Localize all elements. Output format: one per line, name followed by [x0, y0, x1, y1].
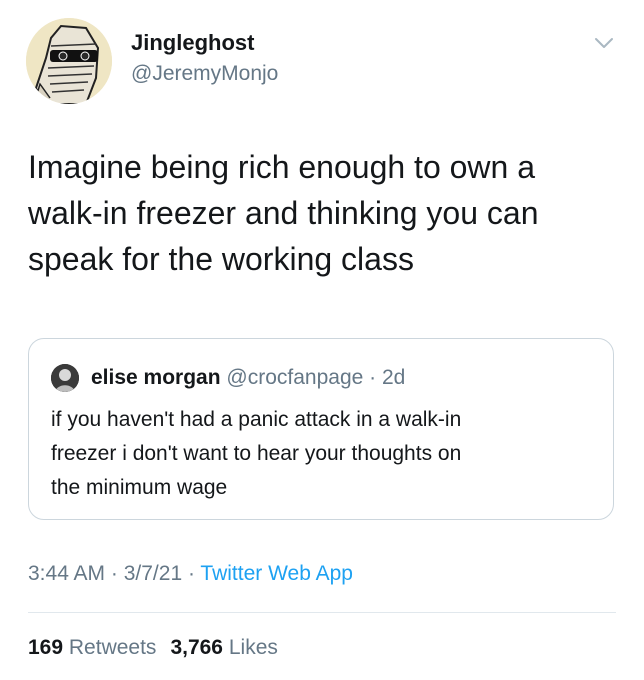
quoted-text-line: the minimum wage	[51, 476, 228, 499]
quoted-text-line: if you haven't had a panic attack in a w…	[51, 408, 462, 431]
tweet-time[interactable]: 3:44 AM	[28, 562, 105, 585]
quoted-age: 2d	[381, 366, 406, 389]
quoted-tweet[interactable]: elise morgan @crocfanpage · 2d if you ha…	[28, 338, 614, 520]
quoted-tweet-text: if you haven't had a panic attack in a w…	[51, 403, 601, 505]
quoted-author-display-name: elise morgan	[91, 366, 221, 389]
retweets-stat[interactable]: 169 Retweets	[28, 636, 156, 659]
quoted-separator: ·	[363, 366, 382, 389]
retweets-count: 169	[28, 636, 64, 659]
quoted-author-avatar	[51, 364, 79, 392]
quoted-text-line: freezer i don't want to hear your though…	[51, 442, 462, 465]
tweet-text-line: speak for the working class	[28, 241, 414, 277]
tweet-text: Imagine being rich enough to own a walk-…	[28, 144, 618, 282]
avatar-photo-icon	[51, 364, 79, 392]
divider	[28, 612, 616, 613]
retweets-label: Retweets	[68, 636, 157, 659]
likes-stat[interactable]: 3,766 Likes	[170, 636, 277, 659]
quoted-tweet-header: elise morgan @crocfanpage · 2d	[91, 366, 405, 390]
tweet-text-line: walk-in freezer and thinking you can	[28, 195, 539, 231]
likes-label: Likes	[228, 636, 278, 659]
author-handle[interactable]: @JeremyMonjo	[131, 62, 278, 86]
quoted-author-handle: @crocfanpage	[226, 366, 364, 389]
meta-separator: ·	[105, 562, 124, 585]
tweet-stats: 169 Retweets 3,766 Likes	[28, 636, 278, 660]
tweet-text-line: Imagine being rich enough to own a	[28, 149, 536, 185]
tweet-meta: 3:44 AM · 3/7/21 · Twitter Web App	[28, 562, 353, 586]
likes-count: 3,766	[170, 636, 223, 659]
bandaged-face-illustration	[26, 18, 112, 104]
author-display-name[interactable]: Jingleghost	[131, 30, 254, 56]
meta-separator: ·	[182, 562, 201, 585]
chevron-down-icon[interactable]	[594, 36, 614, 50]
tweet-source-link[interactable]: Twitter Web App	[200, 562, 353, 585]
tweet-date[interactable]: 3/7/21	[124, 562, 182, 585]
author-avatar[interactable]	[26, 18, 112, 104]
tweet-card: Jingleghost @JeremyMonjo Imagine being r…	[0, 0, 644, 680]
